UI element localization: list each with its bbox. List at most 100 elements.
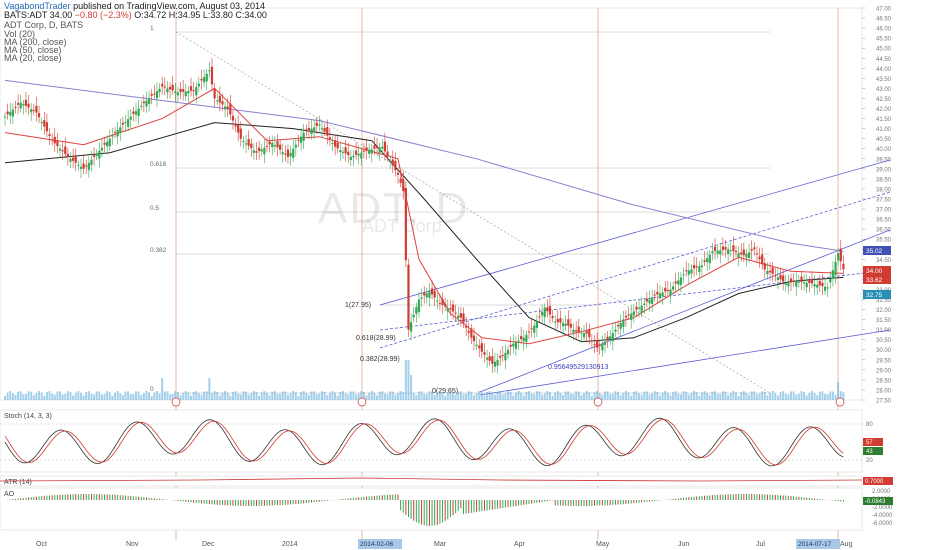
- y-tick-label: 42.00: [876, 107, 892, 113]
- volume-bar: [195, 391, 198, 400]
- candle-body: [506, 349, 510, 355]
- candle-body: [189, 86, 193, 91]
- volume-bar: [310, 391, 313, 400]
- volume-bar: [66, 391, 69, 400]
- candle-body: [609, 336, 612, 340]
- candle-body: [192, 90, 195, 92]
- volume-bar: [100, 394, 103, 400]
- volume-bar: [98, 391, 101, 400]
- candle-body: [244, 143, 248, 145]
- volume-bar: [391, 391, 394, 400]
- y-tick-label: 35.50: [876, 238, 892, 244]
- candle-body: [208, 70, 211, 72]
- volume-bar: [51, 393, 54, 400]
- volume-bar: [38, 391, 41, 400]
- candle-body: [619, 322, 622, 329]
- volume-bar: [318, 393, 321, 400]
- volume-bar: [745, 393, 748, 400]
- candle-body: [564, 323, 567, 327]
- candle-body: [268, 141, 271, 145]
- volume-bar: [420, 391, 423, 400]
- legend-ma20: MA (20, close): [4, 53, 62, 63]
- volume-bar: [323, 391, 326, 400]
- volume-bar: [263, 391, 266, 400]
- fib-level-label: 0.382: [150, 247, 167, 254]
- candle-body: [601, 343, 604, 351]
- candle-body: [339, 150, 342, 153]
- candle-body: [596, 340, 599, 348]
- volume-bar: [446, 392, 449, 400]
- volume-bar: [108, 392, 111, 400]
- volume-bar: [462, 394, 465, 400]
- x-tick-label: May: [596, 541, 610, 548]
- candle-body: [520, 335, 523, 340]
- lower-fib-label: 0.382(28.99): [360, 356, 400, 363]
- volume-bar: [169, 394, 172, 400]
- volume-bar: [155, 391, 158, 400]
- volume-bar: [459, 391, 462, 400]
- candle-body: [11, 109, 14, 117]
- volume-bar: [800, 391, 803, 400]
- candle-body: [273, 145, 276, 147]
- volume-bar: [184, 391, 187, 400]
- ao-level-label: -6.0000: [872, 521, 893, 527]
- volume-bar: [11, 393, 14, 400]
- candle-body: [381, 146, 384, 149]
- candle-body: [187, 91, 190, 94]
- volume-bar: [250, 393, 253, 400]
- volume-bar: [197, 393, 200, 400]
- volume-bar: [606, 391, 609, 400]
- candle-body: [250, 143, 253, 149]
- candle-body: [512, 343, 515, 347]
- candle-body: [17, 103, 20, 105]
- candle-body: [119, 127, 122, 133]
- volume-bar: [187, 392, 190, 400]
- volume-bar: [520, 392, 523, 400]
- candle-body: [315, 122, 318, 126]
- volume-bar: [148, 392, 151, 400]
- volume-bar: [373, 392, 376, 400]
- candle-body: [394, 160, 397, 171]
- candle-body: [776, 277, 779, 280]
- candle-body: [370, 149, 373, 154]
- candle-body: [648, 299, 651, 304]
- volume-bar: [431, 391, 434, 400]
- volume-bar: [632, 392, 635, 400]
- candle-body: [766, 270, 769, 275]
- candle-body: [433, 290, 436, 298]
- candle-body: [276, 141, 279, 148]
- volume-bar: [407, 360, 410, 400]
- y-tick-label: 27.50: [876, 399, 892, 405]
- volume-bar: [444, 395, 447, 400]
- candle-body: [795, 281, 798, 287]
- volume-bar: [326, 395, 329, 400]
- volume-bar: [425, 394, 428, 400]
- candle-body: [302, 132, 305, 141]
- candle-body: [541, 312, 544, 316]
- volume-bar: [271, 391, 274, 400]
- candle-body: [622, 319, 625, 327]
- candle-body: [687, 270, 690, 275]
- candle-body: [449, 308, 452, 310]
- volume-bar: [347, 394, 350, 400]
- candle-body: [727, 249, 730, 255]
- volume-bar: [106, 391, 109, 400]
- volume-bar: [635, 391, 638, 400]
- candle-body: [561, 323, 565, 327]
- candle-body: [792, 280, 795, 282]
- volume-bar: [488, 391, 491, 400]
- volume-bar: [651, 393, 654, 400]
- candlestick-chart[interactable]: 47.00 46.50 46.00 45.50 45.00 44.50 44.00 43.50…: [0, 0, 932, 550]
- candle-body: [580, 332, 583, 334]
- volume-bar: [449, 391, 452, 400]
- volume-bar: [512, 395, 515, 400]
- candle-body: [700, 265, 704, 268]
- volume-bar: [438, 391, 441, 400]
- volume-bar: [533, 394, 536, 400]
- candle-body: [237, 124, 240, 133]
- volume-bar: [266, 392, 268, 400]
- candle-body: [538, 316, 541, 318]
- candle-body: [415, 307, 418, 314]
- candle-body: [323, 128, 326, 132]
- volume-bar: [719, 393, 722, 400]
